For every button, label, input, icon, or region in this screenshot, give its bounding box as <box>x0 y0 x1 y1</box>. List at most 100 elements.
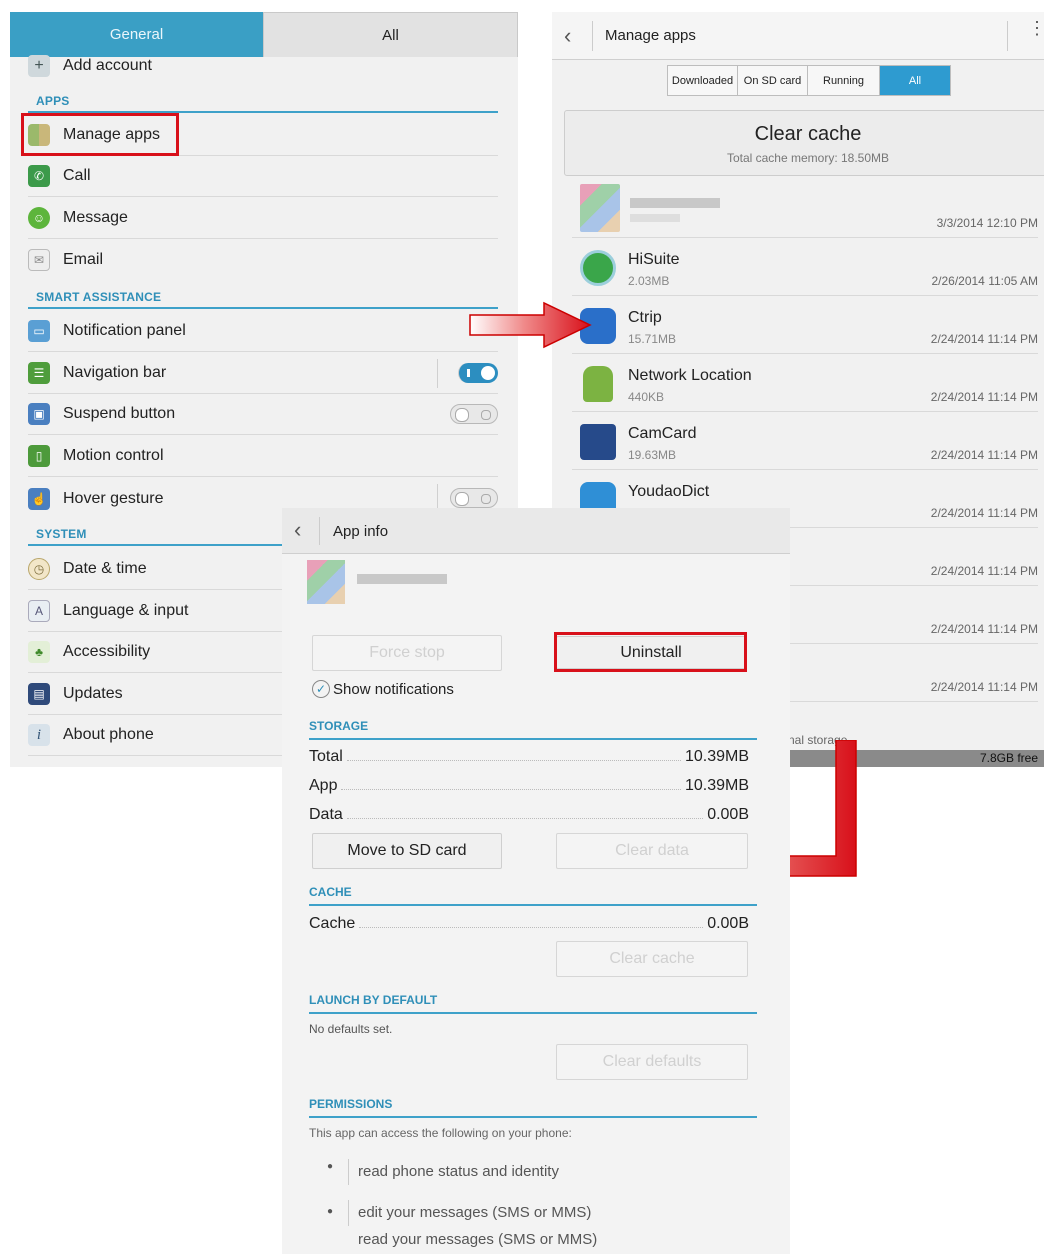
sidebar-item-motion-control[interactable]: ▯ Motion control <box>28 436 498 477</box>
show-notifications-row[interactable]: ✓ Show notifications <box>312 680 454 698</box>
app-name: Ctrip <box>628 309 662 326</box>
app-name: CamCard <box>628 425 697 442</box>
app-size: 2.03MB <box>628 274 670 288</box>
bullet-icon: ● <box>327 1161 334 1172</box>
checkbox-checked-icon[interactable]: ✓ <box>312 680 330 698</box>
divider <box>1007 21 1008 51</box>
hover-icon: ☝ <box>28 487 50 510</box>
updates-icon: ▤ <box>28 683 50 705</box>
cache-row: Cache 0.00B <box>309 915 749 933</box>
permissions-intro: This app can access the following on you… <box>309 1126 572 1140</box>
phone-icon: ✆ <box>28 165 50 187</box>
data-value: 0.00B <box>707 806 749 823</box>
clear-defaults-button[interactable]: Clear defaults <box>556 1044 748 1080</box>
install-date: 2/24/2014 11:14 PM <box>930 506 1038 520</box>
item-label: Navigation bar <box>63 364 167 381</box>
divider <box>348 1200 349 1226</box>
app-row-camcard[interactable]: CamCard 19.63MB 2/24/2014 11:14 PM <box>572 412 1038 470</box>
app-row-network-location[interactable]: Network Location 440KB 2/24/2014 11:14 P… <box>572 354 1038 412</box>
app-label: App <box>309 777 338 794</box>
divider <box>592 21 593 51</box>
install-date: 2/24/2014 11:14 PM <box>930 680 1038 694</box>
app-value: 10.39MB <box>684 777 749 794</box>
blurred-app-size <box>630 214 680 222</box>
navigation-bar-icon: ☰ <box>28 362 50 384</box>
divider <box>319 517 320 545</box>
page-title: App info <box>333 523 389 540</box>
item-label: About phone <box>63 726 154 743</box>
suspend-button-toggle[interactable] <box>450 404 498 424</box>
permission-item: read phone status and identity <box>358 1163 559 1180</box>
add-account-item[interactable]: + Add account <box>28 52 498 80</box>
section-permissions: PERMISSIONS <box>309 1097 393 1111</box>
force-stop-button[interactable]: Force stop <box>312 635 502 671</box>
tab-on-sd-card[interactable]: On SD card <box>738 66 808 95</box>
total-label: Total <box>309 748 343 765</box>
install-date: 2/24/2014 11:14 PM <box>930 622 1038 636</box>
motion-icon: ▯ <box>28 445 50 467</box>
divider <box>348 1159 349 1185</box>
show-notifications-label: Show notifications <box>333 680 454 698</box>
permission-item: edit your messages (SMS or MMS) <box>358 1204 592 1221</box>
section-smart-assistance: SMART ASSISTANCE <box>36 290 162 304</box>
info-icon: i <box>28 724 50 746</box>
tab-general[interactable]: General <box>10 12 263 57</box>
permission-item: read your messages (SMS or MMS) <box>358 1231 598 1248</box>
hover-gesture-toggle[interactable] <box>450 488 498 508</box>
sidebar-item-email[interactable]: ✉ Email <box>28 239 498 280</box>
navigation-bar-toggle[interactable] <box>458 363 498 383</box>
move-to-sd-button[interactable]: Move to SD card <box>312 833 502 869</box>
clear-cache-label: Clear cache <box>754 123 862 145</box>
camcard-icon <box>580 424 616 460</box>
email-icon: ✉ <box>28 248 50 271</box>
clock-icon: ◷ <box>28 558 50 580</box>
tab-all[interactable]: All <box>880 66 950 95</box>
blurred-app-icon <box>307 560 345 604</box>
install-date: 2/24/2014 11:14 PM <box>930 448 1038 462</box>
clear-cache-button[interactable]: Clear cache <box>556 941 748 977</box>
tab-running[interactable]: Running <box>808 66 880 95</box>
filter-segments: Downloaded On SD card Running All <box>667 65 951 96</box>
clear-cache-button[interactable]: Clear cache Total cache memory: 18.50MB <box>564 110 1044 176</box>
item-label: Hover gesture <box>63 489 164 507</box>
item-label: Suspend button <box>63 405 176 422</box>
right-arrow-icon <box>469 301 592 349</box>
total-row: Total 10.39MB <box>309 748 749 766</box>
app-row-hisuite[interactable]: HiSuite 2.03MB 2/26/2014 11:05 AM <box>572 238 1038 296</box>
item-label: Message <box>63 209 128 226</box>
section-apps: APPS <box>36 94 70 108</box>
add-account-label: Add account <box>63 57 152 74</box>
app-row-ctrip[interactable]: Ctrip 15.71MB 2/24/2014 11:14 PM <box>572 296 1038 354</box>
tab-all[interactable]: All <box>263 12 518 57</box>
sidebar-item-message[interactable]: ☺ Message <box>28 198 498 239</box>
install-date: 3/3/2014 12:10 PM <box>936 216 1038 230</box>
accessibility-icon: ♣ <box>28 641 50 663</box>
divider <box>437 359 438 388</box>
app-name: HiSuite <box>628 251 680 268</box>
item-label: Accessibility <box>63 643 151 660</box>
total-value: 10.39MB <box>684 748 749 765</box>
back-chevron-icon[interactable]: ‹ <box>294 517 301 543</box>
page-title: Manage apps <box>605 27 696 44</box>
no-defaults-text: No defaults set. <box>309 1022 393 1036</box>
clear-data-button[interactable]: Clear data <box>556 833 748 869</box>
install-date: 2/24/2014 11:14 PM <box>930 332 1038 346</box>
app-row[interactable]: 3/3/2014 12:10 PM <box>572 180 1038 238</box>
blurred-app-name <box>357 574 447 584</box>
cache-total-text: Total cache memory: 18.50MB <box>726 151 890 165</box>
item-label: Language & input <box>63 602 189 619</box>
app-size: 19.63MB <box>628 448 677 462</box>
app-info-header: ‹ App info <box>282 508 790 554</box>
overflow-menu-icon[interactable]: ⋮ <box>1028 19 1044 37</box>
sidebar-item-notification-panel[interactable]: ▭ Notification panel <box>28 311 498 352</box>
sidebar-item-suspend-button[interactable]: ▣ Suspend button <box>28 394 498 435</box>
sidebar-item-navigation-bar[interactable]: ☰ Navigation bar <box>28 353 498 394</box>
tab-downloaded[interactable]: Downloaded <box>668 66 738 95</box>
sidebar-item-call[interactable]: ✆ Call <box>28 156 498 197</box>
section-divider <box>28 307 498 309</box>
item-label: Motion control <box>63 447 164 464</box>
item-label: Email <box>63 250 104 268</box>
back-chevron-icon[interactable]: ‹ <box>564 23 571 49</box>
app-name: YoudaoDict <box>628 483 710 500</box>
data-row: Data 0.00B <box>309 806 749 824</box>
